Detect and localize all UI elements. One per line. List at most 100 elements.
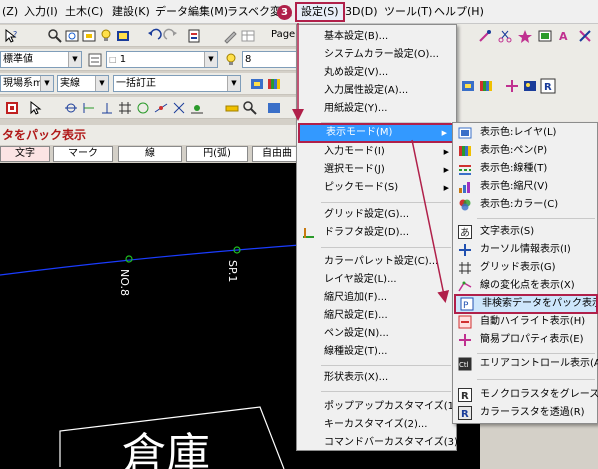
menu-item-drafter[interactable]: ドラフタ設定(D)... [298,224,455,242]
menu-item-input-mode[interactable]: 入力モード(I) ▶ [298,143,455,161]
bulb-icon[interactable] [98,28,114,44]
snap-grid-icon[interactable] [117,100,133,116]
menu-construction[interactable]: 建設(K) [112,4,150,20]
submenu-item-scale-color[interactable]: 表示色:縮尺(V) [454,178,598,196]
pack-mark-button[interactable]: マーク [53,146,113,162]
layer-select-icon[interactable] [266,100,282,116]
submenu-item-pack-display[interactable]: P 非検索データをパック表示(B) [454,294,598,314]
split-icon[interactable] [577,28,593,44]
pen-combo[interactable]: 8 [242,51,300,68]
snap-point-icon[interactable] [63,100,79,116]
menu-item-key-customize[interactable]: キーカスタマイズ(2)... [298,416,455,434]
help-pointer-icon[interactable]: ? [3,28,19,44]
menu-item-layer[interactable]: レイヤ設定(L)... [298,271,455,289]
redo-icon[interactable] [163,28,179,44]
submenu-item-line-change[interactable]: 線の変化点を表示(X) [454,277,598,295]
menu-item-pen[interactable]: ペン設定(N)... [298,325,455,343]
menu-item-display-mode[interactable]: 表示モード(M) ▶ [298,123,455,143]
menu-item-shape-display[interactable]: 形状表示(X)... [298,369,455,387]
palette-icon[interactable] [266,76,282,92]
submenu-item-layer-color[interactable]: 表示色:レイヤ(L) [454,124,598,142]
snap-end-icon[interactable] [81,100,97,116]
submenu-item-auto-highlight[interactable]: 自動ハイライト表示(H) [454,313,598,331]
menu-item-paper[interactable]: 用紙設定(Y)... [298,100,455,118]
page-label[interactable]: Page [271,29,295,40]
layer-color-icon[interactable] [249,76,265,92]
pack-line-button[interactable]: 線 [118,146,182,162]
snap-cross-icon[interactable] [171,100,187,116]
pack-arc-button[interactable]: 円(弧) [186,146,248,162]
submenu-item-text-display[interactable]: あ 文字表示(S) [454,223,598,241]
correction-combo[interactable]: 一括訂正 ▼ [113,75,241,92]
menu-civil[interactable]: 土木(C) [65,4,103,20]
submenu-item-simple-property[interactable]: 簡易プロパティ表示(E) [454,331,598,349]
menu-z[interactable]: (Z) [2,4,18,20]
pen-tool-icon[interactable] [222,28,238,44]
line-type-combo[interactable]: 実線 ▼ [57,75,109,92]
star-icon[interactable] [517,28,533,44]
pen-bulb-icon[interactable] [223,52,239,68]
submenu-item-color-raster[interactable]: R カラーラスタを透過(R) [454,404,598,422]
menu-item-basic-settings[interactable]: 基本設定(B)... [298,28,455,46]
submenu-item-color-color[interactable]: 表示色:カラー(C) [454,196,598,214]
menu-item-pick-mode[interactable]: ピックモード(S) ▶ [298,179,455,197]
scissors-icon[interactable] [497,28,513,44]
menu-item-select-mode[interactable]: 選択モード(J) ▶ [298,161,455,179]
snap-near-icon[interactable] [189,100,205,116]
menu-help[interactable]: ヘルプ(H) [434,4,484,20]
wand-icon[interactable] [477,28,493,44]
standard-value-combo[interactable]: 標準値 ▼ [0,51,82,68]
menu-tools[interactable]: ツール(T) [384,4,432,20]
submenu-item-area-control[interactable]: Ctl エリアコントロール表示(A) [454,355,598,373]
print-preview-icon[interactable] [186,28,202,44]
menu-item-system-color[interactable]: システムカラー設定(O)... [298,46,455,64]
record-icon[interactable] [4,100,20,116]
submenu-item-label: 線の変化点を表示(X) [480,280,575,291]
submenu-item-linetype-color[interactable]: 表示色:線種(T) [454,160,598,178]
menu-item-scale-add[interactable]: 縮尺追加(F)... [298,289,455,307]
layer-combo[interactable]: □ 1 ▼ [106,51,218,68]
layer-list-icon[interactable] [87,52,103,68]
raster-r-icon[interactable]: R [540,78,556,94]
menu-item-commandbar-customize[interactable]: コマンドバーカスタマイズ(3)... [298,434,467,452]
pack-freecurve-button[interactable]: 自由曲 [252,146,302,162]
table-icon[interactable] [240,28,256,44]
undo-icon[interactable] [146,28,162,44]
scene-combo[interactable]: 現場系m ▼ [0,75,54,92]
menu-item-color-palette[interactable]: カラーパレット設定(C)... [298,253,455,271]
pack-text-button[interactable]: 文字 [0,146,50,162]
snap-circle-icon[interactable] [135,100,151,116]
redraw-icon[interactable] [115,28,131,44]
move-layer-icon[interactable] [504,78,520,94]
snap-mid-icon[interactable] [153,100,169,116]
menu-item-rounding[interactable]: 丸め設定(V)... [298,64,455,82]
image-icon[interactable] [522,78,538,94]
menu-item-input-attr[interactable]: 入力属性設定(A)... [298,82,455,100]
select-pointer-icon[interactable] [27,100,43,116]
menu-input[interactable]: 入力(I) [24,4,58,20]
menu-item-grid[interactable]: グリッド設定(G)... [298,206,455,224]
svg-text:R: R [461,391,469,402]
submenu-item-label: 文字表示(S) [480,226,535,237]
submenu-item-cursor-info[interactable]: カーソル情報表示(I) [454,241,598,259]
zoom-window-icon[interactable] [64,28,80,44]
search-icon[interactable] [242,100,258,116]
display-mode-submenu: 表示色:レイヤ(L) 表示色:ペン(P) 表示色:線種(T) 表示色:縮尺(V)… [452,122,598,424]
submenu-item-pen-color[interactable]: 表示色:ペン(P) [454,142,598,160]
display-pen-icon[interactable] [478,78,494,94]
menu-data-edit[interactable]: データ編集(M) [155,4,228,20]
menu-item-popup-customize[interactable]: ポップアップカスタマイズ(1)... [298,398,467,416]
menu-3d[interactable]: 3D(D) [345,4,378,20]
menu-settings[interactable]: 設定(S) [295,2,345,22]
zoom-all-icon[interactable] [81,28,97,44]
text-style-icon[interactable]: A [557,28,573,44]
submenu-item-mono-raster[interactable]: R モノクロラスタをグレースケール [454,386,598,404]
submenu-item-grid-display[interactable]: グリッド表示(G) [454,259,598,277]
snap-perp-icon[interactable] [99,100,115,116]
color-fill-icon[interactable] [537,28,553,44]
zoom-icon[interactable] [47,28,63,44]
display-layer-icon[interactable] [460,78,476,94]
measure-icon[interactable] [224,100,240,116]
menu-item-scale[interactable]: 縮尺設定(E)... [298,307,455,325]
menu-item-linetype[interactable]: 線種設定(T)... [298,343,455,361]
